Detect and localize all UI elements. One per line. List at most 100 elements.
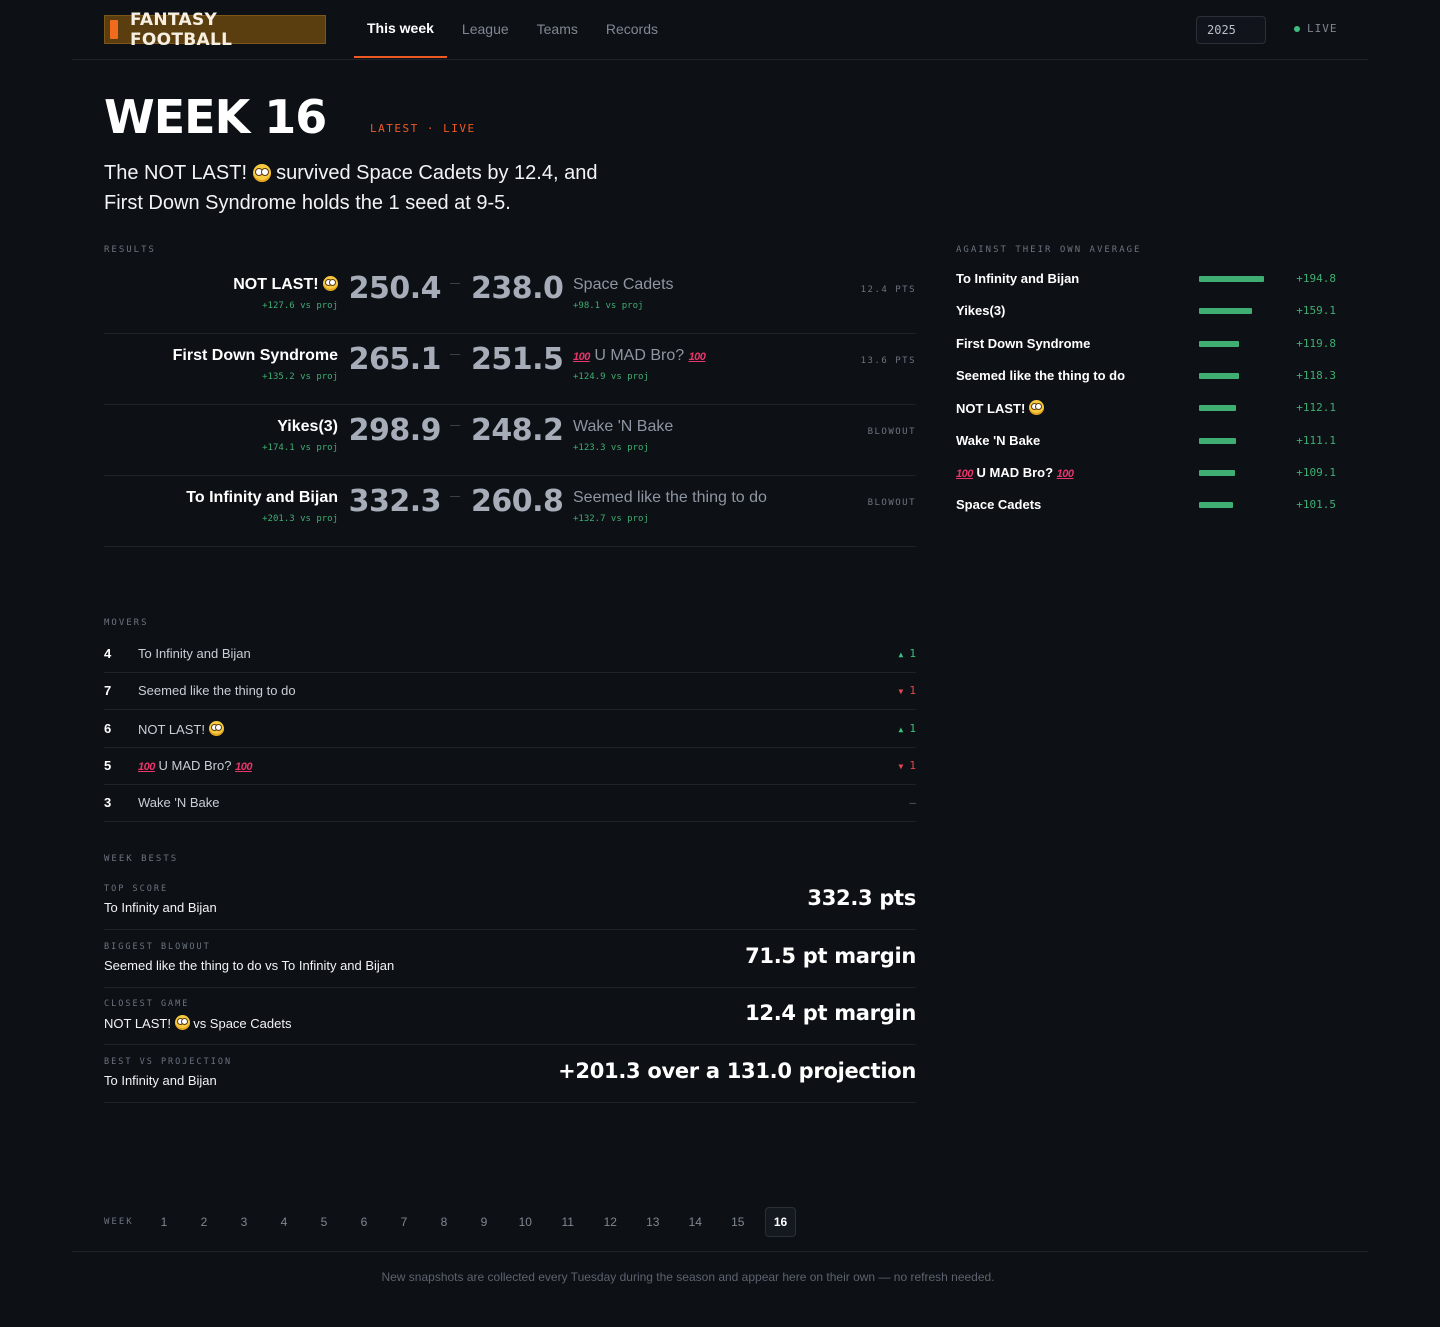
mover-row[interactable]: 6 NOT LAST! ▲ 1	[104, 711, 916, 748]
home-team-name[interactable]: To Infinity and Bijan	[186, 489, 338, 507]
week-5-button[interactable]: 5	[304, 1207, 344, 1237]
week-best-value: 12.4 pt margin	[745, 1001, 916, 1026]
average-row[interactable]: First Down Syndrome +119.8	[956, 336, 1336, 368]
team-name[interactable]: Wake 'N Bake	[956, 433, 1040, 448]
team-name-text: NOT LAST!	[138, 721, 205, 737]
main-nav: This week League Teams Records	[354, 0, 673, 60]
home-team-name[interactable]: Yikes(3)	[277, 418, 338, 436]
summary-part-2: survived Space Cadets by 12.4, and	[270, 162, 598, 184]
nav-records[interactable]: Records	[593, 0, 671, 58]
week-12-button[interactable]: 12	[589, 1207, 632, 1237]
mover-team-name[interactable]: NOT LAST!	[138, 720, 224, 737]
week-best-team[interactable]: To Infinity and Bijan	[104, 1073, 217, 1088]
week-6-button[interactable]: 6	[344, 1207, 384, 1237]
average-row[interactable]: Seemed like the thing to do +118.3	[956, 368, 1336, 400]
rank-change: ▼ 1	[899, 759, 916, 772]
week-11-button[interactable]: 11	[547, 1207, 590, 1237]
live-indicator: LIVE	[1294, 22, 1338, 35]
home-vs-projection: +127.6 vs proj	[262, 301, 338, 311]
week-best-label: TOP SCORE	[104, 884, 169, 894]
mover-team-name[interactable]: Wake 'N Bake	[138, 795, 219, 810]
away-team-name[interactable]: Seemed like the thing to do	[573, 489, 767, 507]
team-name-text: First Down Syndrome	[956, 335, 1091, 351]
week-3-button[interactable]: 3	[224, 1207, 264, 1237]
brand-logo[interactable]: FANTASY FOOTBALL	[104, 10, 326, 50]
week-best-team[interactable]: Seemed like the thing to do vs To Infini…	[104, 958, 394, 973]
home-team-name[interactable]: First Down Syndrome	[173, 347, 338, 365]
week-best-team[interactable]: NOT LAST! vs Space Cadets	[104, 1015, 291, 1031]
team-name-text: U MAD Bro?	[594, 347, 685, 364]
hundred-points-icon: 100	[956, 467, 973, 480]
team-name[interactable]: Seemed like the thing to do	[956, 368, 1125, 383]
mover-row[interactable]: 7 Seemed like the thing to do ▼ 1	[104, 673, 916, 711]
away-score: 248.2	[471, 413, 564, 448]
away-team-name[interactable]: Space Cadets	[573, 276, 674, 294]
matchup-row[interactable]: Yikes(3) +174.1 vs proj 298.9 248.2 Wake 'N …	[104, 405, 916, 476]
week-best-value: +201.3 over a 131.0 projection	[558, 1058, 916, 1083]
average-row[interactable]: Space Cadets +101.5	[956, 497, 1336, 529]
mover-team-name[interactable]: To Infinity and Bijan	[138, 646, 251, 661]
average-row[interactable]: NOT LAST! +112.1	[956, 400, 1336, 432]
nav-this-week[interactable]: This week	[354, 0, 447, 58]
nav-league[interactable]: League	[449, 0, 522, 58]
rank-change-value: –	[909, 796, 916, 810]
week-2-button[interactable]: 2	[184, 1207, 224, 1237]
rank-change-value: 1	[909, 758, 916, 772]
home-team-name[interactable]: NOT LAST!	[233, 276, 338, 294]
week-8-button[interactable]: 8	[424, 1207, 464, 1237]
matchup-row[interactable]: To Infinity and Bijan +201.3 vs proj 332.3…	[104, 476, 916, 547]
team-name[interactable]: 100 U MAD Bro? 100	[956, 465, 1074, 480]
week-best-value: 71.5 pt margin	[745, 943, 916, 968]
team-name[interactable]: NOT LAST!	[956, 400, 1044, 416]
week-13-button[interactable]: 13	[632, 1207, 675, 1237]
mover-row[interactable]: 5 100 U MAD Bro? 100 ▼ 1	[104, 748, 916, 785]
week-15-button[interactable]: 15	[717, 1207, 760, 1237]
away-team-name[interactable]: Wake 'N Bake	[573, 418, 673, 436]
average-bar	[1199, 276, 1264, 282]
week-4-button[interactable]: 4	[264, 1207, 304, 1237]
away-vs-projection: +98.1 vs proj	[573, 301, 644, 311]
movers-label: MOVERS	[104, 618, 149, 628]
team-name[interactable]: To Infinity and Bijan	[956, 271, 1079, 286]
average-row[interactable]: 100 U MAD Bro? 100 +109.1	[956, 465, 1336, 497]
rank-change: ▲ 1	[899, 647, 916, 660]
mover-row[interactable]: 4 To Infinity and Bijan ▲ 1	[104, 636, 916, 673]
summary-part-1: The NOT LAST!	[104, 162, 248, 184]
team-name-text: Seemed like the thing to do	[956, 367, 1126, 383]
average-row[interactable]: Yikes(3) +159.1	[956, 303, 1336, 335]
home-vs-projection: +174.1 vs proj	[262, 443, 338, 453]
week-10-button[interactable]: 10	[504, 1207, 547, 1237]
arrow-up-icon: ▲	[898, 724, 904, 734]
rank-change: ▼ 1	[899, 684, 916, 697]
flushed-face-icon	[323, 276, 338, 291]
home-vs-projection: +135.2 vs proj	[262, 372, 338, 382]
week-best-team[interactable]: To Infinity and Bijan	[104, 900, 217, 915]
mover-team-name[interactable]: Seemed like the thing to do	[138, 683, 296, 698]
week-9-button[interactable]: 9	[464, 1207, 504, 1237]
mover-team-name[interactable]: 100 U MAD Bro? 100	[138, 758, 252, 773]
opponent-text: vs Space Cadets	[189, 1016, 292, 1032]
average-bar	[1199, 340, 1239, 347]
week-1-button[interactable]: 1	[144, 1207, 184, 1237]
average-bar	[1199, 405, 1237, 412]
nav-teams[interactable]: Teams	[524, 0, 591, 58]
team-name[interactable]: Yikes(3)	[956, 303, 1005, 318]
team-name-text: NOT LAST!	[233, 276, 319, 293]
home-score: 298.9	[348, 413, 442, 448]
results-label: RESULTS	[104, 245, 156, 255]
team-name[interactable]: Space Cadets	[956, 497, 1041, 512]
week-16-button[interactable]: 16	[765, 1207, 796, 1237]
year-select[interactable]: 2025	[1196, 16, 1266, 44]
average-row[interactable]: To Infinity and Bijan +194.8	[956, 271, 1336, 303]
week-14-button[interactable]: 14	[674, 1207, 717, 1237]
matchup-row[interactable]: First Down Syndrome +135.2 vs proj 265.1 25…	[104, 334, 916, 405]
team-name[interactable]: First Down Syndrome	[956, 336, 1090, 351]
average-bar-track	[1199, 469, 1279, 476]
week-7-button[interactable]: 7	[384, 1207, 424, 1237]
away-team-name[interactable]: 100 U MAD Bro? 100	[573, 347, 706, 365]
week-best-row: CLOSEST GAME NOT LAST! vs Space Cadets 12.…	[104, 987, 916, 1046]
arrow-up-icon: ▲	[898, 650, 904, 659]
matchup-row[interactable]: NOT LAST! +127.6 vs proj 250.4 238.0 Space …	[104, 263, 916, 334]
average-row[interactable]: Wake 'N Bake +111.1	[956, 433, 1336, 465]
mover-row[interactable]: 3 Wake 'N Bake –	[104, 785, 916, 823]
